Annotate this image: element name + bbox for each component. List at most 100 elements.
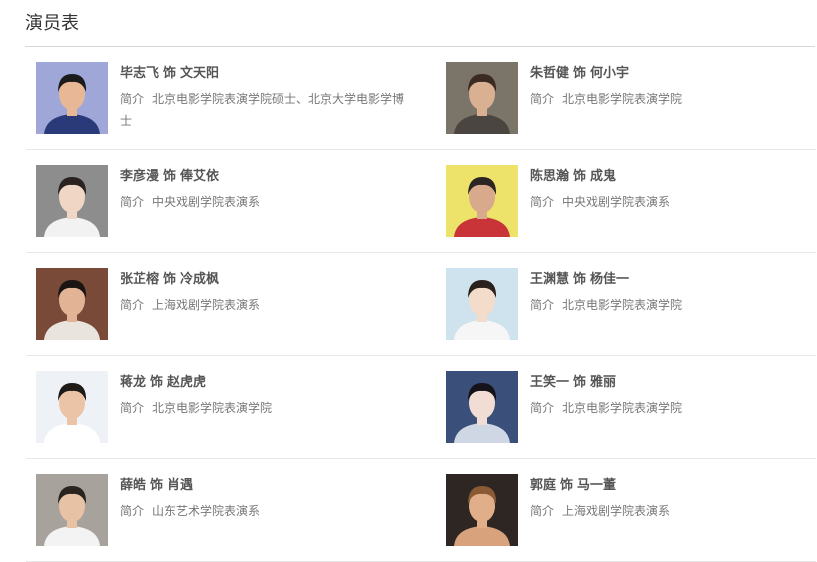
portrait-image bbox=[36, 474, 108, 546]
portrait-image bbox=[36, 165, 108, 237]
intro-label: 简介 bbox=[530, 195, 555, 209]
portrait-image bbox=[446, 62, 518, 134]
cast-section-title: 演员表 bbox=[25, 13, 79, 34]
actor-intro: 简介 北京电影学院表演学院 bbox=[530, 397, 817, 419]
intro-text: 上海戏剧学院表演系 bbox=[562, 504, 671, 518]
actor-photo[interactable] bbox=[446, 474, 518, 546]
actor-role-line: 陈思瀚饰成鬼 bbox=[530, 167, 616, 187]
portrait-image bbox=[446, 165, 518, 237]
intro-text: 上海戏剧学院表演系 bbox=[152, 298, 261, 312]
role-name[interactable]: 俸艾依 bbox=[180, 169, 219, 184]
intro-label: 简介 bbox=[530, 298, 555, 312]
actor-intro: 简介 上海戏剧学院表演系 bbox=[120, 294, 412, 316]
intro-label: 简介 bbox=[120, 92, 145, 106]
cast-item[interactable]: 朱哲健饰何小宇 简介 北京电影学院表演学院 bbox=[436, 47, 816, 150]
role-separator: 饰 bbox=[573, 375, 587, 390]
actor-role-line: 蒋龙饰赵虎虎 bbox=[120, 373, 206, 393]
actor-intro: 简介 北京电影学院表演学院 bbox=[530, 294, 817, 316]
actor-role-line: 薛皓饰肖遇 bbox=[120, 476, 193, 496]
intro-label: 简介 bbox=[120, 504, 145, 518]
actor-name[interactable]: 李彦漫 bbox=[120, 169, 159, 184]
actor-role-line: 王笑一饰雅丽 bbox=[530, 373, 616, 393]
actor-photo[interactable] bbox=[36, 268, 108, 340]
intro-text: 北京电影学院表演学院硕士、北京大学电影学博士 bbox=[120, 92, 405, 128]
cast-item[interactable]: 蒋龙饰赵虎虎 简介 北京电影学院表演学院 bbox=[26, 356, 436, 459]
actor-role-line: 朱哲健饰何小宇 bbox=[530, 64, 629, 84]
role-name[interactable]: 成鬼 bbox=[590, 169, 616, 184]
role-separator: 饰 bbox=[573, 66, 587, 81]
actor-name[interactable]: 蒋龙 bbox=[120, 375, 146, 390]
actor-intro: 简介 北京电影学院表演学院 bbox=[530, 88, 817, 110]
intro-label: 简介 bbox=[530, 92, 555, 106]
actor-name[interactable]: 薛皓 bbox=[120, 478, 146, 493]
actor-name[interactable]: 朱哲健 bbox=[530, 66, 569, 81]
actor-photo[interactable] bbox=[36, 165, 108, 237]
actor-role-line: 郭庭饰马一董 bbox=[530, 476, 616, 496]
role-name[interactable]: 文天阳 bbox=[180, 66, 219, 81]
role-separator: 饰 bbox=[573, 169, 587, 184]
intro-text: 中央戏剧学院表演系 bbox=[562, 195, 671, 209]
cast-item[interactable]: 王笑一饰雅丽 简介 北京电影学院表演学院 bbox=[436, 356, 816, 459]
portrait-image bbox=[36, 371, 108, 443]
role-name[interactable]: 马一董 bbox=[577, 478, 616, 493]
role-name[interactable]: 赵虎虎 bbox=[167, 375, 206, 390]
role-name[interactable]: 肖遇 bbox=[167, 478, 193, 493]
portrait-image bbox=[446, 474, 518, 546]
cast-item[interactable]: 李彦漫饰俸艾依 简介 中央戏剧学院表演系 bbox=[26, 150, 436, 253]
actor-role-line: 张芷榕饰冷成枫 bbox=[120, 270, 219, 290]
actor-name[interactable]: 王渊慧 bbox=[530, 272, 569, 287]
actor-name[interactable]: 毕志飞 bbox=[120, 66, 159, 81]
intro-label: 简介 bbox=[120, 195, 145, 209]
actor-photo[interactable] bbox=[446, 165, 518, 237]
intro-text: 北京电影学院表演学院 bbox=[152, 401, 273, 415]
actor-intro: 简介 北京电影学院表演学院 bbox=[120, 397, 412, 419]
actor-photo[interactable] bbox=[446, 371, 518, 443]
cast-item[interactable]: 张芷榕饰冷成枫 简介 上海戏剧学院表演系 bbox=[26, 253, 436, 356]
role-separator: 饰 bbox=[150, 478, 164, 493]
actor-intro: 简介 北京电影学院表演学院硕士、北京大学电影学博士 bbox=[120, 88, 412, 132]
role-separator: 饰 bbox=[560, 478, 574, 493]
actor-photo[interactable] bbox=[36, 62, 108, 134]
actor-role-line: 王渊慧饰杨佳一 bbox=[530, 270, 629, 290]
intro-label: 简介 bbox=[120, 401, 145, 415]
cast-item[interactable]: 陈思瀚饰成鬼 简介 中央戏剧学院表演系 bbox=[436, 150, 816, 253]
actor-name[interactable]: 陈思瀚 bbox=[530, 169, 569, 184]
actor-photo[interactable] bbox=[446, 62, 518, 134]
intro-text: 北京电影学院表演学院 bbox=[562, 298, 683, 312]
role-name[interactable]: 何小宇 bbox=[590, 66, 629, 81]
intro-label: 简介 bbox=[530, 401, 555, 415]
intro-label: 简介 bbox=[120, 298, 145, 312]
role-name[interactable]: 雅丽 bbox=[590, 375, 616, 390]
portrait-image bbox=[36, 268, 108, 340]
actor-intro: 简介 中央戏剧学院表演系 bbox=[120, 191, 412, 213]
cast-item[interactable]: 郭庭饰马一董 简介 上海戏剧学院表演系 bbox=[436, 459, 816, 562]
portrait-image bbox=[446, 371, 518, 443]
intro-text: 北京电影学院表演学院 bbox=[562, 401, 683, 415]
role-separator: 饰 bbox=[163, 66, 177, 81]
actor-role-line: 毕志飞饰文天阳 bbox=[120, 64, 219, 84]
actor-photo[interactable] bbox=[36, 474, 108, 546]
intro-label: 简介 bbox=[530, 504, 555, 518]
intro-text: 山东艺术学院表演系 bbox=[152, 504, 261, 518]
actor-name[interactable]: 王笑一 bbox=[530, 375, 569, 390]
role-separator: 饰 bbox=[150, 375, 164, 390]
actor-name[interactable]: 张芷榕 bbox=[120, 272, 159, 287]
actor-name[interactable]: 郭庭 bbox=[530, 478, 556, 493]
role-name[interactable]: 杨佳一 bbox=[590, 272, 629, 287]
actor-photo[interactable] bbox=[36, 371, 108, 443]
actor-intro: 简介 上海戏剧学院表演系 bbox=[530, 500, 817, 522]
intro-text: 北京电影学院表演学院 bbox=[562, 92, 683, 106]
cast-item[interactable]: 王渊慧饰杨佳一 简介 北京电影学院表演学院 bbox=[436, 253, 816, 356]
role-separator: 饰 bbox=[163, 169, 177, 184]
actor-intro: 简介 中央戏剧学院表演系 bbox=[530, 191, 817, 213]
actor-intro: 简介 山东艺术学院表演系 bbox=[120, 500, 412, 522]
cast-item[interactable]: 薛皓饰肖遇 简介 山东艺术学院表演系 bbox=[26, 459, 436, 562]
actor-photo[interactable] bbox=[446, 268, 518, 340]
cast-list: 毕志飞饰文天阳 简介 北京电影学院表演学院硕士、北京大学电影学博士 朱哲健饰何小宇… bbox=[26, 47, 816, 562]
portrait-image bbox=[446, 268, 518, 340]
role-separator: 饰 bbox=[163, 272, 177, 287]
role-separator: 饰 bbox=[573, 272, 587, 287]
actor-role-line: 李彦漫饰俸艾依 bbox=[120, 167, 219, 187]
cast-item[interactable]: 毕志飞饰文天阳 简介 北京电影学院表演学院硕士、北京大学电影学博士 bbox=[26, 47, 436, 150]
role-name[interactable]: 冷成枫 bbox=[180, 272, 219, 287]
